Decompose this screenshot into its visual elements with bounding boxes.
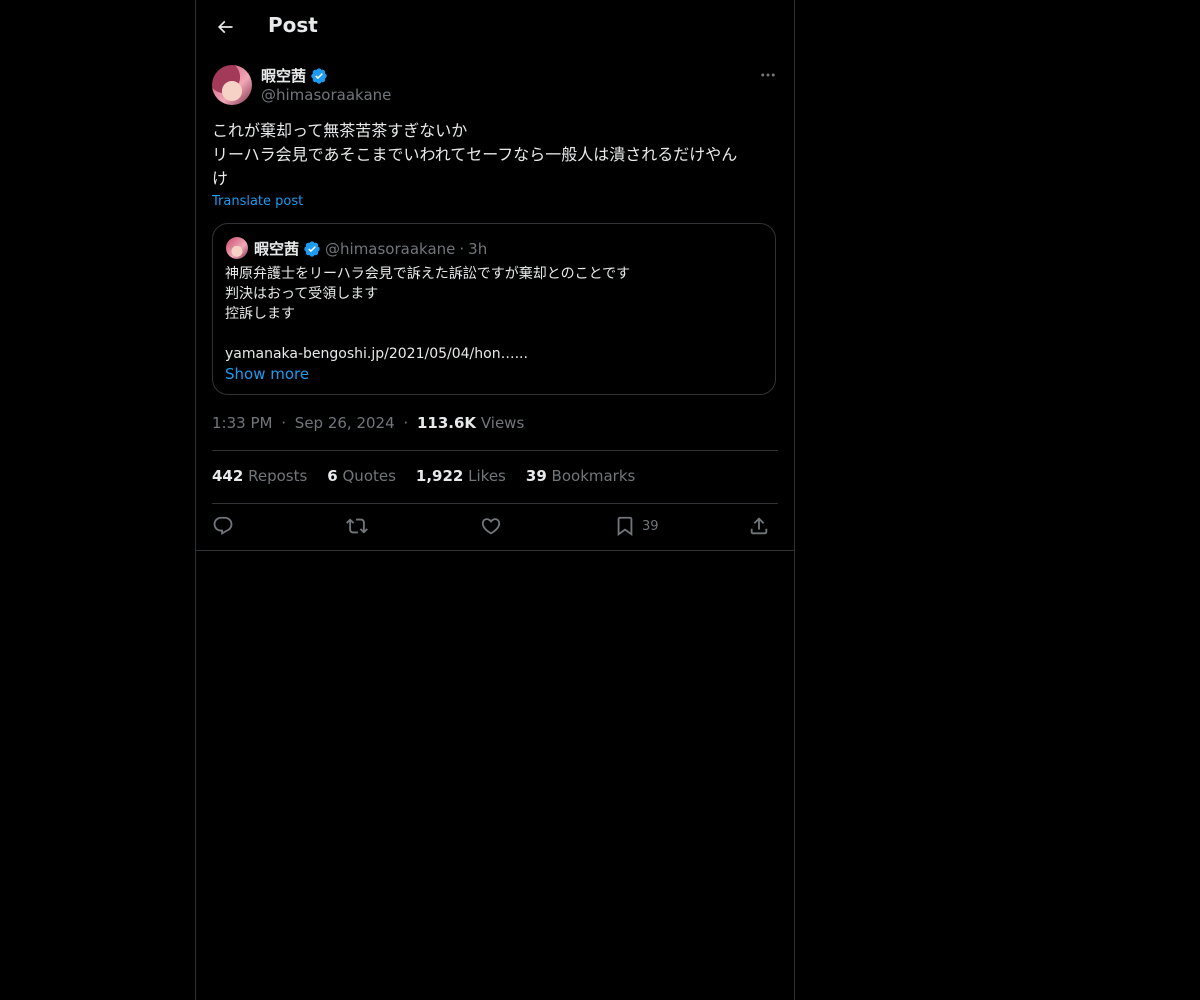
post-time[interactable]: 1:33 PM (212, 414, 272, 432)
post-text-line: これが棄却って無茶苦茶すぎないか (212, 121, 468, 140)
bookmarks-count: 39 (525, 467, 547, 485)
quote-line: 控訴します (225, 306, 295, 322)
quote-line (225, 324, 765, 344)
likes-stat[interactable]: 1,922 Likes (416, 467, 506, 485)
author-name-row: 暇空茜 (261, 65, 328, 86)
quote-author-handle: @himasoraakane (325, 239, 456, 258)
heart-icon (480, 515, 502, 537)
quotes-count: 6 (327, 467, 338, 485)
share-button[interactable] (748, 515, 770, 537)
show-more-link[interactable]: Show more (225, 365, 309, 383)
reply-icon (212, 515, 234, 537)
bookmark-icon (614, 515, 636, 537)
reply-button[interactable] (212, 515, 234, 537)
bookmarks-stat[interactable]: 39 Bookmarks (526, 467, 635, 485)
quote-avatar[interactable] (226, 237, 248, 259)
bookmark-count: 39 (642, 518, 659, 534)
quotes-stat[interactable]: 6 Quotes (327, 467, 396, 485)
back-arrow-icon (215, 17, 235, 37)
repost-button[interactable] (346, 515, 368, 537)
share-icon (748, 515, 770, 537)
reposts-stat[interactable]: 442 Reposts (212, 467, 307, 485)
page-title: Post (268, 13, 318, 37)
meta-separator: · (281, 414, 287, 432)
post-date[interactable]: Sep 26, 2024 (295, 414, 395, 432)
more-dots-icon (759, 66, 777, 84)
post-text: これが棄却って無茶苦茶すぎないか リーハラ会見であそこまでいわれてセーフなら一般… (212, 119, 777, 191)
meta-separator: · (403, 414, 409, 432)
verified-badge-icon[interactable] (310, 67, 328, 85)
avatar[interactable] (212, 65, 252, 105)
quote-time: 3h (468, 239, 488, 258)
author-name[interactable]: 暇空茜 (261, 65, 306, 86)
like-button[interactable] (480, 515, 502, 537)
author-handle[interactable]: @himasoraakane (261, 86, 391, 104)
quote-line: 神原弁護士をリーハラ会見で訴えた訴訟ですが棄却とのことです (225, 266, 631, 282)
quote-link[interactable]: yamanaka-bengoshi.jp/2021/05/04/hon…... (225, 344, 765, 364)
quoted-post[interactable]: 暇空茜 @himasoraakane · 3h 神原弁護士をリーハラ会見で訴えた… (212, 223, 776, 395)
divider (212, 450, 778, 451)
quote-header: 暇空茜 @himasoraakane · 3h (254, 238, 487, 259)
repost-icon (346, 515, 368, 537)
verified-badge-icon (303, 240, 321, 258)
quote-line: 判決はおって受領します (225, 286, 379, 302)
quote-author-name: 暇空茜 (254, 240, 300, 258)
post-stats: 442 Reposts 6 Quotes 1,922 Likes 39 Book… (212, 467, 635, 485)
post-text-line: け (212, 169, 229, 188)
likes-count: 1,922 (415, 467, 464, 485)
quote-body: 神原弁護士をリーハラ会見で訴えた訴訟ですが棄却とのことです 判決はおって受領しま… (225, 264, 765, 364)
bookmarks-label: Bookmarks (551, 467, 636, 485)
translate-post-link[interactable]: Translate post (212, 194, 303, 209)
action-bar: 39 (212, 504, 778, 550)
post-meta: 1:33 PM · Sep 26, 2024 · 113.6K Views (212, 414, 524, 432)
header: Post (196, 0, 794, 54)
reposts-count: 442 (212, 467, 244, 485)
bookmark-button[interactable]: 39 (614, 515, 659, 537)
quote-separator: · (459, 239, 465, 258)
views-count: 113.6K (416, 414, 477, 432)
back-button[interactable] (208, 10, 242, 44)
post-column: Post 暇空茜 @himasoraakane これが棄却って無茶苦茶すぎないか… (195, 0, 795, 1000)
reposts-label: Reposts (248, 467, 308, 485)
more-options-button[interactable] (756, 64, 780, 86)
post-text-line: リーハラ会見であそこまでいわれてセーフなら一般人は潰されるだけやん (212, 145, 738, 164)
likes-label: Likes (468, 467, 506, 485)
views-label: Views (480, 414, 525, 432)
quotes-label: Quotes (342, 467, 396, 485)
divider (196, 550, 794, 551)
